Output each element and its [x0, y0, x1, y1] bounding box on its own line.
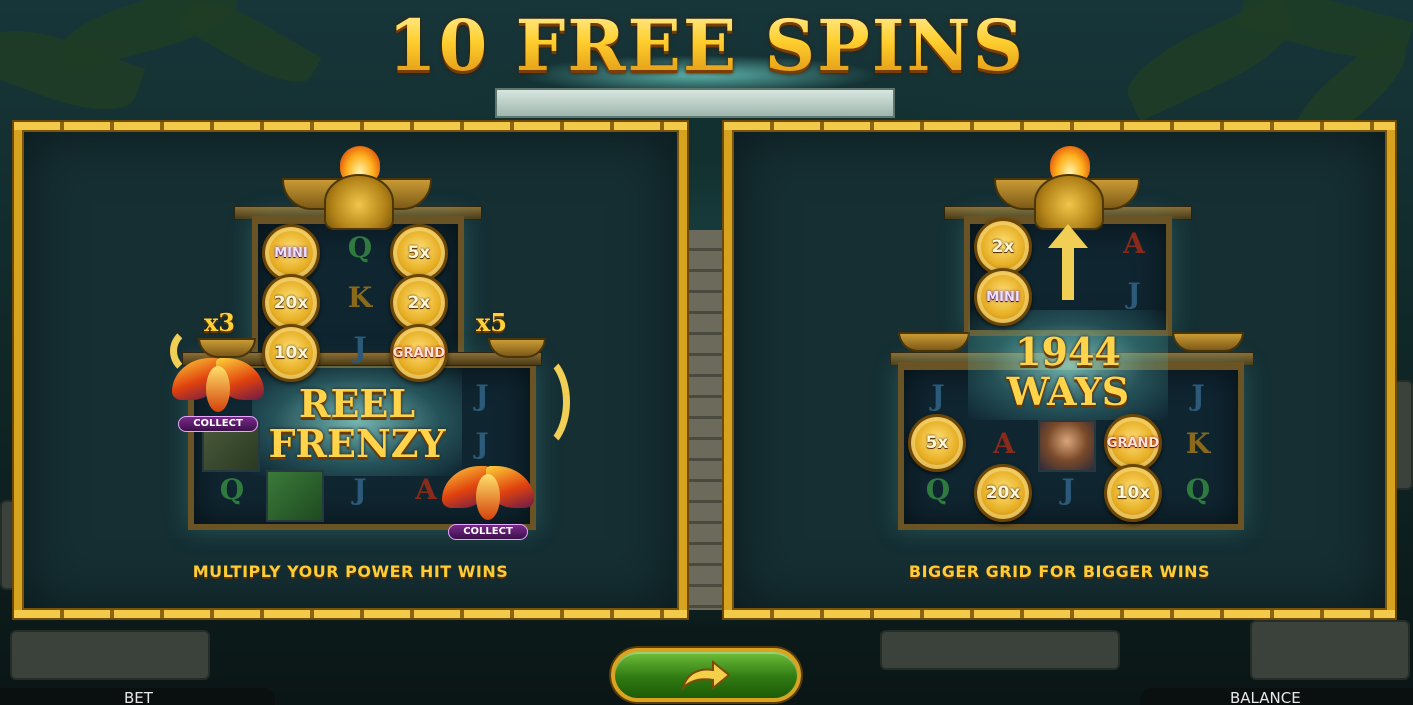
- reel-frenzy-label: REEL FRENZY: [252, 384, 462, 464]
- card-symbol-j: J: [353, 473, 367, 506]
- card-symbol-q: Q: [347, 231, 373, 264]
- continue-button[interactable]: [611, 648, 801, 702]
- temple-top: [495, 88, 895, 118]
- bet-label: BET: [124, 689, 153, 705]
- feature-label-line1: 1944: [1015, 329, 1121, 374]
- feature-label-line2: FRENZY: [268, 420, 446, 466]
- curved-arrow-right-icon: [681, 659, 731, 692]
- card-symbol-k: K: [347, 281, 373, 314]
- card-symbol-j: J: [931, 379, 945, 412]
- card-symbol-j: J: [475, 379, 489, 412]
- card-symbol-j: J: [1127, 277, 1141, 310]
- page-title: 10 FREE SPINS: [0, 4, 1413, 87]
- gold-emblem-icon: [324, 174, 394, 230]
- curved-arrow-icon: [506, 352, 570, 452]
- left-panel-caption: MULTIPLY YOUR POWER HIT WINS: [192, 562, 509, 581]
- stone-block: [10, 630, 210, 680]
- curved-arrow-icon: [170, 326, 220, 376]
- right-panel-caption: BIGGER GRID FOR BIGGER WINS: [908, 562, 1211, 581]
- small-brazier: [1172, 332, 1244, 352]
- phoenix-collect-icon: COLLECT: [442, 460, 534, 542]
- card-symbol-q: Q: [925, 473, 951, 506]
- card-symbol-j: J: [1191, 379, 1205, 412]
- coin-grand: GRAND: [390, 324, 448, 382]
- card-symbol-a: A: [415, 473, 437, 506]
- card-symbol-q: Q: [1185, 473, 1211, 506]
- feature-label-line1: REEL: [298, 381, 416, 426]
- stone-block: [880, 630, 1120, 670]
- coin-mini: MINI: [974, 268, 1032, 326]
- multiplier-x5: x5: [476, 308, 508, 337]
- up-arrow-icon: [1048, 224, 1088, 300]
- coin-multiplier: 10x: [262, 324, 320, 382]
- balance-label: BALANCE: [1230, 689, 1301, 705]
- card-symbol-j: J: [353, 331, 367, 364]
- 1944-ways-panel: 2x MINI 5x GRAND 20x 10x A J J J K A Q J…: [724, 122, 1395, 618]
- card-symbol-q: Q: [219, 473, 245, 506]
- coin-multiplier: 10x: [1104, 464, 1162, 522]
- collect-tag: COLLECT: [448, 524, 528, 540]
- feature-label-line2: WAYS: [1006, 368, 1130, 414]
- card-symbol-j: J: [475, 427, 489, 460]
- crocodile-symbol-icon: [266, 470, 324, 522]
- 1944-ways-label: 1944 WAYS: [958, 332, 1178, 412]
- hero-symbol-icon: [1038, 420, 1096, 472]
- card-symbol-a: A: [1123, 227, 1145, 260]
- balance-display: BALANCE: [1140, 688, 1413, 705]
- reel-frenzy-panel: MINI 5x 20x 2x 10x GRAND Q K J J J Q J A…: [14, 122, 687, 618]
- collect-tag: COLLECT: [178, 416, 258, 432]
- card-symbol-j: J: [1061, 473, 1075, 506]
- bet-display: BET: [0, 688, 275, 705]
- coin-multiplier: 20x: [974, 464, 1032, 522]
- stone-block: [1250, 620, 1410, 680]
- card-symbol-k: K: [1185, 427, 1211, 460]
- gold-emblem-icon: [1034, 174, 1104, 230]
- card-symbol-a: A: [993, 427, 1015, 460]
- coin-multiplier: 5x: [908, 414, 966, 472]
